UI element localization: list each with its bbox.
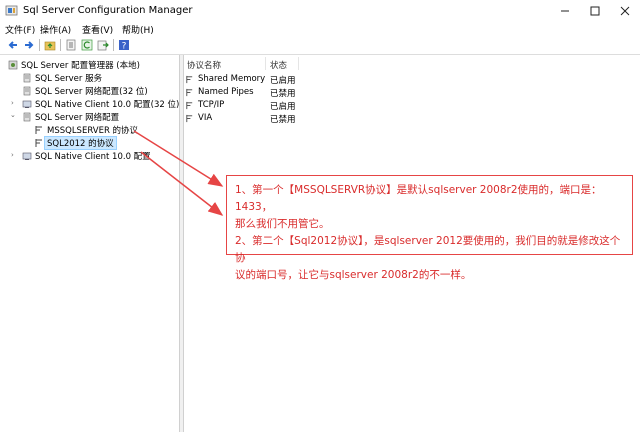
- back-icon: [8, 41, 17, 49]
- tree-item-label: MSSQLSERVER 的协议: [47, 126, 139, 136]
- annotation-box: 1、第一个【MSSQLSERVR协议】是默认sqlserver 2008r2使用…: [226, 175, 633, 281]
- chevron-right-icon[interactable]: ›: [11, 99, 19, 109]
- protocol-icon: [186, 88, 193, 97]
- toolbar-separator: [113, 39, 114, 51]
- table-row[interactable]: Named Pipes 已禁用: [184, 87, 384, 100]
- menu-file[interactable]: 文件(F): [5, 23, 35, 36]
- toolbar: ?: [0, 36, 640, 55]
- column-divider[interactable]: [298, 57, 299, 70]
- menu-help[interactable]: 帮助(H): [122, 23, 154, 36]
- tree-item-network-config[interactable]: ⌄ SQL Server 网络配置: [0, 111, 178, 124]
- refresh-button[interactable]: [80, 38, 94, 52]
- tree-item-sql-server-service[interactable]: SQL Server 服务: [0, 72, 178, 85]
- protocol-name: Named Pipes: [198, 87, 254, 97]
- forward-icon: [25, 41, 34, 49]
- minimize-button[interactable]: [550, 0, 580, 22]
- tree-item-label: SQL Server 网络配置(32 位): [35, 87, 148, 97]
- tree-item-label: SQL Server 服务: [35, 74, 103, 84]
- tree-item-native-client-32[interactable]: › SQL Native Client 10.0 配置(32 位): [0, 98, 180, 111]
- window-title: Sql Server Configuration Manager: [23, 5, 193, 16]
- tree-pane: SQL Server 配置管理器 (本地) SQL Server 服务 SQL …: [0, 55, 180, 432]
- service-icon: [23, 73, 31, 83]
- client-icon: [22, 152, 32, 160]
- maximize-icon: [590, 6, 600, 16]
- chevron-right-icon[interactable]: ›: [11, 151, 19, 161]
- menu-action[interactable]: 操作(A): [40, 23, 71, 36]
- app-icon: [5, 5, 18, 16]
- properties-icon: [66, 39, 76, 51]
- protocol-name: VIA: [198, 113, 213, 123]
- protocol-status: 已禁用: [270, 89, 296, 99]
- title-bar: Sql Server Configuration Manager: [0, 0, 640, 22]
- up-folder-button[interactable]: [43, 38, 57, 52]
- tree-item-mssqlserver-protocols[interactable]: MSSQLSERVER 的协议: [0, 124, 178, 137]
- tree-item-label: SQL Server 网络配置: [35, 113, 120, 123]
- forward-button[interactable]: [22, 38, 36, 52]
- annotation-line: 1、第一个【MSSQLSERVR协议】是默认sqlserver 2008r2使用…: [235, 184, 602, 213]
- tree-root-label: SQL Server 配置管理器 (本地): [21, 61, 140, 71]
- export-icon: [97, 40, 109, 51]
- toolbar-separator: [60, 39, 61, 51]
- protocol-status: 已禁用: [270, 115, 296, 125]
- menu-bar: 文件(F) 操作(A) 查看(V) 帮助(H): [0, 22, 640, 36]
- toolbar-separator: [39, 39, 40, 51]
- back-button[interactable]: [6, 38, 20, 52]
- annotation-line: 那么我们不用管它。: [235, 218, 330, 230]
- column-divider[interactable]: [265, 57, 266, 70]
- table-row[interactable]: Shared Memory 已启用: [184, 74, 384, 87]
- client-icon: [22, 100, 32, 108]
- up-folder-icon: [44, 41, 56, 51]
- server-config-icon: [8, 60, 18, 70]
- maximize-button[interactable]: [580, 0, 610, 22]
- properties-button[interactable]: [64, 38, 78, 52]
- protocol-status: 已启用: [270, 76, 296, 86]
- annotation-line: 议的端口号，让它与sqlserver 2008r2的不一样。: [235, 269, 472, 281]
- tree-root[interactable]: SQL Server 配置管理器 (本地): [0, 59, 178, 72]
- close-button[interactable]: [610, 0, 640, 22]
- annotation-line: 2、第二个【Sql2012协议】，是sqlserver 2012要使用的，我们目…: [235, 235, 621, 264]
- tree-item-native-client[interactable]: › SQL Native Client 10.0 配置: [0, 150, 178, 163]
- help-button[interactable]: ?: [117, 38, 131, 52]
- network-icon: [23, 86, 31, 96]
- network-icon: [23, 112, 31, 122]
- protocol-status: 已启用: [270, 102, 296, 112]
- export-button[interactable]: [96, 38, 110, 52]
- tree-item-label: SQL Native Client 10.0 配置(32 位): [35, 100, 180, 110]
- tree-item-label: SQL2012 的协议: [44, 136, 117, 150]
- protocol-name: TCP/IP: [198, 100, 225, 110]
- minimize-icon: [561, 10, 569, 12]
- menu-view[interactable]: 查看(V): [82, 23, 113, 36]
- protocol-icon: [186, 114, 193, 123]
- help-icon: ?: [119, 40, 129, 52]
- tree-item-network-config-32[interactable]: SQL Server 网络配置(32 位): [0, 85, 178, 98]
- protocol-icon: [35, 126, 42, 134]
- close-icon: [620, 6, 630, 16]
- svg-text:?: ?: [122, 42, 127, 52]
- table-row[interactable]: VIA 已禁用: [184, 113, 384, 126]
- protocol-icon: [35, 139, 42, 147]
- protocol-name: Shared Memory: [198, 74, 266, 84]
- chevron-down-icon[interactable]: ⌄: [10, 111, 18, 121]
- tree-item-sql2012-protocols[interactable]: SQL2012 的协议: [0, 136, 178, 150]
- table-row[interactable]: TCP/IP 已启用: [184, 100, 384, 113]
- protocol-icon: [186, 75, 193, 84]
- column-header-status[interactable]: 状态: [270, 59, 287, 71]
- refresh-icon: [81, 39, 93, 51]
- column-header-protocol-name[interactable]: 协议名称: [187, 59, 221, 71]
- protocol-icon: [186, 101, 193, 110]
- tree-item-label: SQL Native Client 10.0 配置: [35, 152, 151, 162]
